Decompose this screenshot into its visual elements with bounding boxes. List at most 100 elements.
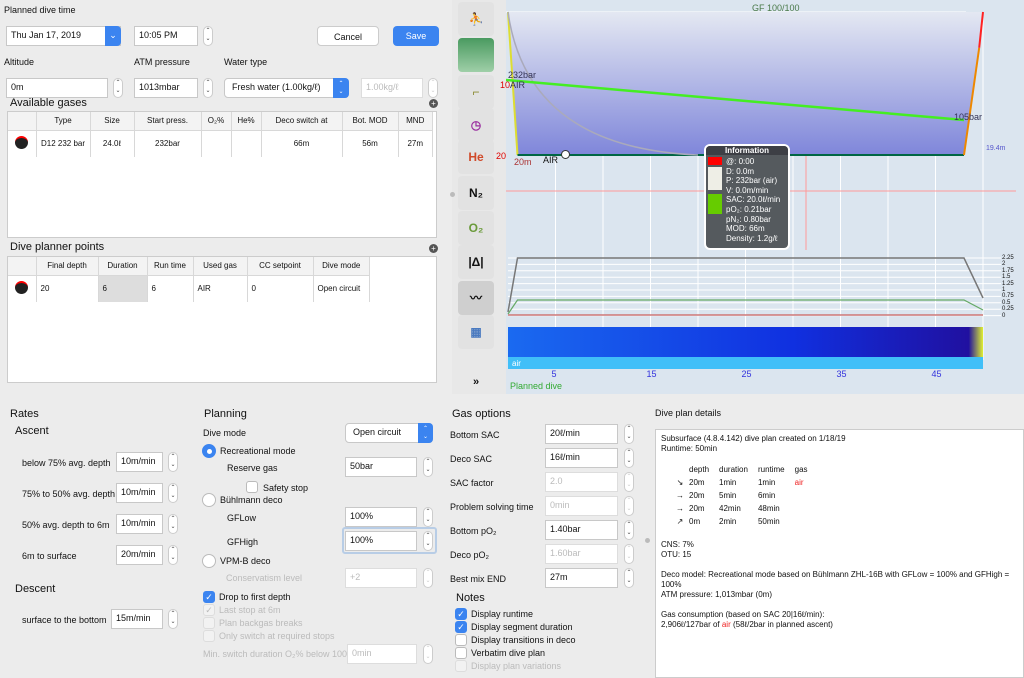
gas-option-stepper[interactable]: ⌃⌄ xyxy=(624,424,634,444)
gflow-label: GFLow xyxy=(227,513,256,523)
otu-line: OTU: 15 xyxy=(661,550,1018,560)
vpmb-deco-label: VPM-B deco xyxy=(220,556,271,566)
note-checkbox[interactable] xyxy=(455,634,467,646)
gflow-input[interactable]: 100% xyxy=(345,507,417,527)
drop-first-depth-checkbox[interactable]: ✓ xyxy=(203,591,215,603)
tissue-heat-icon[interactable] xyxy=(458,38,494,72)
add-gas-icon[interactable]: + xyxy=(429,99,438,108)
gas-option-input[interactable]: 27m xyxy=(545,568,618,588)
dive-profile-graph[interactable]: GF 100/100 232bar AIR 10 20 105bar 20m A… xyxy=(506,0,1024,394)
column-header: Final depth xyxy=(36,257,98,275)
remove-point-icon[interactable] xyxy=(8,275,36,302)
min-switch-input: 0min xyxy=(347,644,417,664)
runtime-line: Runtime: 50min xyxy=(661,444,1018,454)
start-pressure-label: 232bar xyxy=(508,70,536,80)
ascent-rate-stepper[interactable]: ⌃⌄ xyxy=(168,545,178,565)
ascent-rate-input[interactable]: 10m/min xyxy=(116,514,163,534)
remove-gas-icon[interactable] xyxy=(8,130,36,157)
date-picker[interactable]: Thu Jan 17, 2019 xyxy=(6,26,121,46)
pp-tick: 1.75 xyxy=(1002,268,1014,274)
planned-dive-label: Planned dive xyxy=(510,381,562,391)
column-header: Bot. MOD xyxy=(342,112,398,130)
note-checkbox[interactable] xyxy=(455,647,467,659)
vpmb-deco-radio[interactable] xyxy=(202,554,216,568)
table-row[interactable]: D12 232 bar24.0ℓ232bar66m56m27m xyxy=(8,130,433,157)
buhlmann-deco-radio[interactable] xyxy=(202,493,216,507)
note-label: Display plan variations xyxy=(471,661,561,671)
water-type-label: Water type xyxy=(224,57,267,67)
ascent-rate-label: 6m to surface xyxy=(22,551,77,561)
altitude-input[interactable]: 0m xyxy=(6,78,108,98)
table-row[interactable]: 2066AIR0Open circuit xyxy=(8,275,370,302)
select-arrows-icon: ⌃⌄ xyxy=(418,423,433,443)
time-stepper[interactable]: ⌃⌄ xyxy=(203,26,213,46)
reserve-gas-stepper[interactable]: ⌃⌄ xyxy=(423,457,433,477)
note-checkbox[interactable]: ✓ xyxy=(455,621,467,633)
gas-option-input[interactable]: 16ℓ/min xyxy=(545,448,618,468)
column-header: Used gas xyxy=(193,257,247,275)
heatmap-icon[interactable]: ▦ xyxy=(458,315,494,349)
ascent-rate-stepper[interactable]: ⌃⌄ xyxy=(168,514,178,534)
ceiling-icon[interactable]: ⛹ xyxy=(458,2,494,36)
gfhigh-input[interactable]: 100% xyxy=(345,531,417,551)
water-type-select[interactable]: Fresh water (1.00kg/ℓ) xyxy=(224,78,349,98)
dive-planner-points-title: Dive planner points xyxy=(10,241,104,253)
conservatism-input: +2 xyxy=(345,568,417,588)
ruler-icon[interactable]: |Δ| xyxy=(458,245,494,279)
bottom-depth-label: 20m xyxy=(514,157,532,167)
ascent-rate-stepper[interactable]: ⌃⌄ xyxy=(168,483,178,503)
cancel-button[interactable]: Cancel xyxy=(317,26,379,46)
plan-row: ↘20m1min1minair xyxy=(671,476,818,489)
note-checkbox xyxy=(455,660,467,672)
density-stepper: ⌃⌄ xyxy=(428,78,438,98)
gas-label: AIR xyxy=(510,80,525,90)
gas-option-stepper[interactable]: ⌃⌄ xyxy=(624,568,634,588)
altitude-stepper[interactable]: ⌃⌄ xyxy=(113,78,123,98)
ascent-rate-input[interactable]: 10m/min xyxy=(116,483,163,503)
gas-change-marker[interactable] xyxy=(561,150,570,159)
atm-pressure-input[interactable]: 1013mbar xyxy=(134,78,198,98)
calc-ceiling-icon[interactable]: ◷ xyxy=(458,108,494,142)
add-point-icon[interactable]: + xyxy=(429,244,438,253)
drop-first-depth-label: Drop to first depth xyxy=(219,592,291,602)
descent-rate-stepper[interactable]: ⌃⌄ xyxy=(168,609,178,629)
ascent-rate-input[interactable]: 10m/min xyxy=(116,452,163,472)
partial-pressure-graph-icon[interactable]: 〰 xyxy=(458,281,494,315)
time-field[interactable]: 10:05 PM xyxy=(134,26,198,46)
he-toggle[interactable]: He xyxy=(458,140,494,174)
gas-option-stepper[interactable]: ⌃⌄ xyxy=(624,520,634,540)
density-input: 1.00kg/ℓ xyxy=(361,78,423,98)
backgas-breaks-checkbox xyxy=(203,617,215,629)
splitter-handle[interactable] xyxy=(645,538,650,543)
splitter-handle[interactable] xyxy=(450,192,455,197)
recreational-mode-radio[interactable] xyxy=(202,444,216,458)
min-switch-stepper: ⌃⌄ xyxy=(423,644,433,664)
gas-option-input[interactable]: 1.40bar xyxy=(545,520,618,540)
ascent-rate-stepper[interactable]: ⌃⌄ xyxy=(168,452,178,472)
n2-toggle[interactable]: N₂ xyxy=(458,176,494,210)
reserve-gas-input[interactable]: 50bar xyxy=(345,457,417,477)
pp-tick: 2.25 xyxy=(1002,255,1014,261)
gfhigh-stepper[interactable]: ⌃⌄ xyxy=(423,531,433,551)
atm-stepper[interactable]: ⌃⌄ xyxy=(203,78,213,98)
deco-stop-icon[interactable]: ⌐ xyxy=(458,75,494,109)
note-label: Display runtime xyxy=(471,609,533,619)
safety-stop-checkbox[interactable] xyxy=(246,481,258,493)
gas-option-stepper[interactable]: ⌃⌄ xyxy=(624,448,634,468)
min-switch-label: Min. switch duration O₂% below 100% xyxy=(203,649,355,659)
column-header: Duration xyxy=(98,257,147,275)
atm-line: ATM pressure: 1,013mbar (0m) xyxy=(661,590,1018,600)
descent-rate-label: surface to the bottom xyxy=(22,615,107,625)
dive-plan-details-text[interactable]: Subsurface (4.8.4.142) dive plan created… xyxy=(655,429,1024,678)
gas-option-input[interactable]: 20ℓ/min xyxy=(545,424,618,444)
descent-rate-input[interactable]: 15m/min xyxy=(111,609,163,629)
more-chevron-icon[interactable]: » xyxy=(458,365,494,399)
chevron-down-icon[interactable]: ⌄ xyxy=(105,26,121,46)
o2-toggle[interactable]: O₂ xyxy=(458,211,494,245)
gflow-stepper[interactable]: ⌃⌄ xyxy=(423,507,433,527)
column-header: Deco switch at xyxy=(261,112,342,130)
ascent-rate-input[interactable]: 20m/min xyxy=(116,545,163,565)
save-button[interactable]: Save xyxy=(393,26,439,46)
note-checkbox[interactable]: ✓ xyxy=(455,608,467,620)
pp-tick: 0.5 xyxy=(1002,300,1010,306)
